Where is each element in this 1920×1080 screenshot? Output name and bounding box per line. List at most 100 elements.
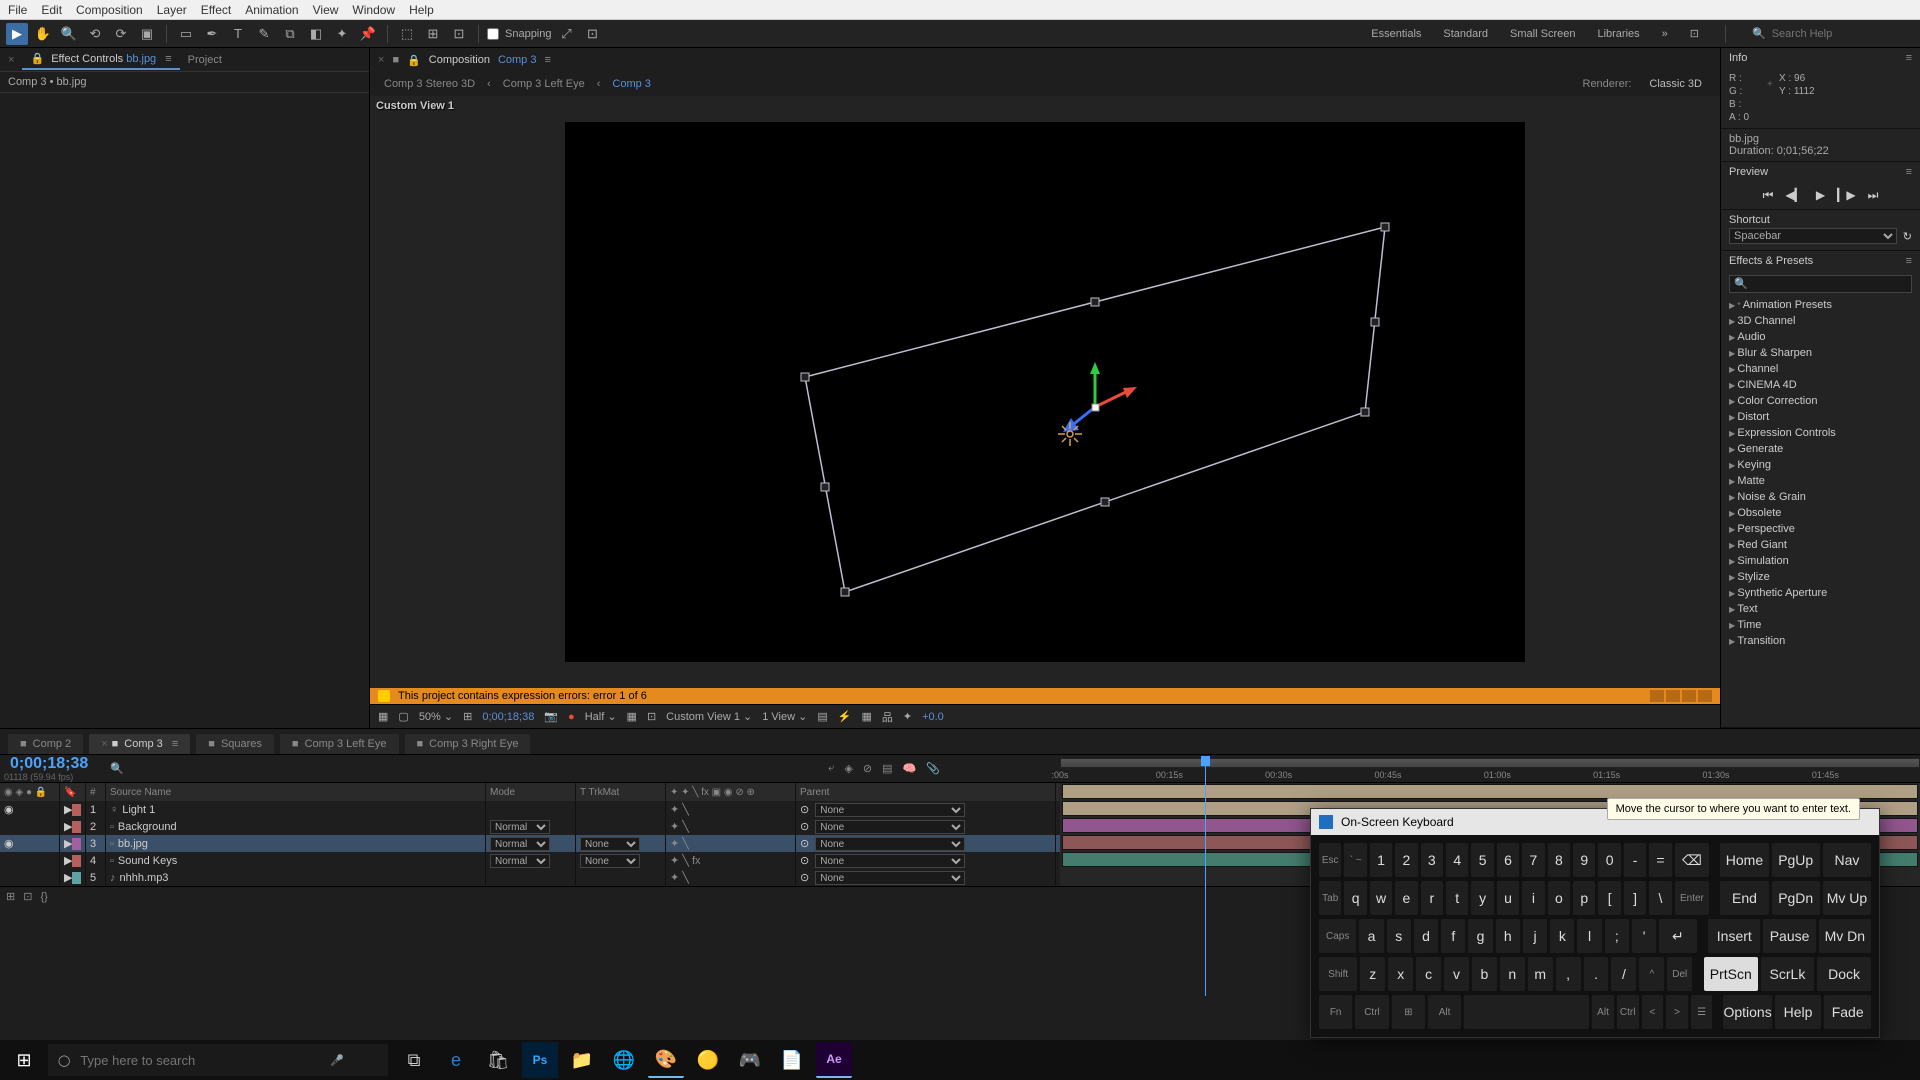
osk-key[interactable]: >	[1666, 995, 1688, 1029]
menu-effect[interactable]: Effect	[201, 3, 231, 17]
osk-key[interactable]: 1	[1370, 843, 1392, 877]
panel-menu-icon[interactable]: ≡	[1906, 255, 1912, 267]
osk-key[interactable]: Help	[1775, 995, 1822, 1029]
composition-name-link[interactable]: Comp 3	[498, 54, 537, 66]
error-reveal-button[interactable]	[1682, 690, 1696, 702]
effects-category[interactable]: Transition	[1721, 633, 1920, 649]
tl-graph-icon[interactable]: ▤	[882, 762, 892, 775]
task-view-icon[interactable]: ⧉	[396, 1042, 432, 1078]
effects-category[interactable]: Red Giant	[1721, 537, 1920, 553]
osk-key[interactable]: s	[1387, 919, 1411, 953]
aftereffects-icon[interactable]: Ae	[816, 1042, 852, 1078]
resolution-icon[interactable]: ⊞	[463, 710, 472, 723]
first-frame-icon[interactable]: ⏮	[1763, 188, 1774, 203]
osk-key[interactable]: 4	[1446, 843, 1468, 877]
osk-key[interactable]: ☰	[1691, 995, 1713, 1029]
view-select[interactable]: Custom View 1 ⌄	[666, 710, 752, 723]
shortcut-reset-icon[interactable]: ↻	[1903, 230, 1912, 243]
search-help-input[interactable]	[1772, 28, 1872, 40]
zoom-select[interactable]: 50% ⌄	[419, 710, 453, 723]
grid-icon[interactable]: ▦	[627, 710, 637, 723]
osk-key[interactable]: w	[1370, 881, 1392, 915]
tl-attach-icon[interactable]: 📎	[926, 762, 940, 775]
expression-error-bar[interactable]: This project contains expression errors:…	[370, 688, 1720, 704]
on-screen-keyboard[interactable]: On-Screen Keyboard Esc` ~1234567890-=⌫Ho…	[1310, 808, 1880, 1038]
timeline-ruler[interactable]: :00s00:15s00:30s00:45s01:00s01:15s01:30s…	[1060, 756, 1920, 782]
shortcut-select[interactable]: Spacebar	[1729, 228, 1897, 244]
osk-key[interactable]: '	[1632, 919, 1656, 953]
workspace-standard[interactable]: Standard	[1443, 28, 1488, 40]
osk-key[interactable]: Del	[1667, 957, 1692, 991]
toggle-in-out-icon[interactable]: {}	[40, 891, 47, 903]
composition-viewport[interactable]: Custom View 1	[370, 96, 1720, 688]
timeline-icon[interactable]: ▦	[861, 710, 871, 723]
orbit-tool-icon[interactable]: ⟲	[84, 23, 106, 45]
osk-key[interactable]: r	[1421, 881, 1443, 915]
zoom-tool-icon[interactable]: 🔍	[58, 23, 80, 45]
quality-select[interactable]: Half ⌄	[585, 710, 617, 723]
breadcrumb-item[interactable]: Comp 3 Stereo 3D	[384, 78, 475, 90]
osk-key[interactable]: 9	[1573, 843, 1595, 877]
guides-icon[interactable]: ⊡	[647, 710, 656, 723]
local-axis-icon[interactable]: ⬚	[396, 23, 418, 45]
osk-key[interactable]: PrtScn	[1704, 957, 1758, 991]
search-help[interactable]: 🔍	[1752, 27, 1902, 40]
pen-tool-icon[interactable]: ✒	[201, 23, 223, 45]
layer-row[interactable]: ▶ 5♪nhhh.mp3✦ ╲⊙None	[0, 869, 1060, 886]
chrome-canary-icon[interactable]: 🟡	[690, 1042, 726, 1078]
effect-controls-tab[interactable]: 🔒 Effect Controls bb.jpg ≡	[22, 49, 179, 70]
osk-key[interactable]: ↵	[1659, 919, 1696, 953]
osk-key[interactable]: Esc	[1319, 843, 1341, 877]
text-tool-icon[interactable]: T	[227, 23, 249, 45]
channel-icon[interactable]: ●	[568, 711, 575, 723]
hand-tool-icon[interactable]: ✋	[32, 23, 54, 45]
effects-category[interactable]: Channel	[1721, 361, 1920, 377]
osk-key[interactable]: 3	[1421, 843, 1443, 877]
effects-category[interactable]: Distort	[1721, 409, 1920, 425]
osk-key[interactable]: Ctrl	[1355, 995, 1388, 1029]
osk-key[interactable]: ScrLk	[1761, 957, 1815, 991]
osk-key[interactable]: Caps	[1319, 919, 1356, 953]
effects-category[interactable]: Perspective	[1721, 521, 1920, 537]
toggle-switches-icon[interactable]: ⊞	[6, 890, 15, 903]
osk-key[interactable]: Nav	[1823, 843, 1871, 877]
timeline-timecode[interactable]: 0;00;18;38	[0, 756, 98, 772]
osk-key[interactable]: x	[1388, 957, 1413, 991]
osk-key[interactable]: j	[1523, 919, 1547, 953]
last-frame-icon[interactable]: ⏭	[1868, 188, 1879, 203]
effects-category[interactable]: Blur & Sharpen	[1721, 345, 1920, 361]
explorer-icon[interactable]: 📁	[564, 1042, 600, 1078]
osk-key[interactable]: Alt	[1592, 995, 1614, 1029]
puppet-tool-icon[interactable]: 📌	[357, 23, 379, 45]
flowchart-icon[interactable]: 品	[882, 709, 893, 725]
workspace-libraries[interactable]: Libraries	[1597, 28, 1639, 40]
osk-key[interactable]: Alt	[1428, 995, 1461, 1029]
osk-key[interactable]: 2	[1395, 843, 1417, 877]
effects-search-input[interactable]	[1729, 275, 1912, 293]
osk-key[interactable]: [	[1598, 881, 1620, 915]
osk-key[interactable]: k	[1550, 919, 1574, 953]
osk-key[interactable]: z	[1360, 957, 1385, 991]
menu-file[interactable]: File	[8, 3, 27, 17]
breadcrumb-item[interactable]: Comp 3 Left Eye	[503, 78, 585, 90]
osk-key[interactable]: /	[1611, 957, 1636, 991]
tl-motionblur-icon[interactable]: ⊘	[863, 762, 872, 775]
osk-key[interactable]: Insert	[1708, 919, 1760, 953]
menu-window[interactable]: Window	[352, 3, 395, 17]
effects-category[interactable]: Time	[1721, 617, 1920, 633]
exposure-reset-icon[interactable]: ✦	[903, 710, 912, 723]
eraser-tool-icon[interactable]: ◧	[305, 23, 327, 45]
error-prev-button[interactable]	[1650, 690, 1664, 702]
layer-row[interactable]: ▶ 2▫BackgroundNormal✦ ╲⊙None	[0, 818, 1060, 835]
osk-key[interactable]: Tab	[1319, 881, 1341, 915]
osk-key[interactable]: g	[1468, 919, 1492, 953]
project-tab[interactable]: Project	[180, 51, 230, 69]
effects-category[interactable]: Generate	[1721, 441, 1920, 457]
osk-key[interactable]: Dock	[1817, 957, 1871, 991]
effects-category[interactable]: Noise & Grain	[1721, 489, 1920, 505]
effects-category[interactable]: CINEMA 4D	[1721, 377, 1920, 393]
pixel-aspect-icon[interactable]: ▤	[817, 710, 827, 723]
timeline-search-input[interactable]	[130, 761, 810, 776]
osk-key[interactable]: Options	[1723, 995, 1771, 1029]
osk-key[interactable]: Fn	[1319, 995, 1352, 1029]
